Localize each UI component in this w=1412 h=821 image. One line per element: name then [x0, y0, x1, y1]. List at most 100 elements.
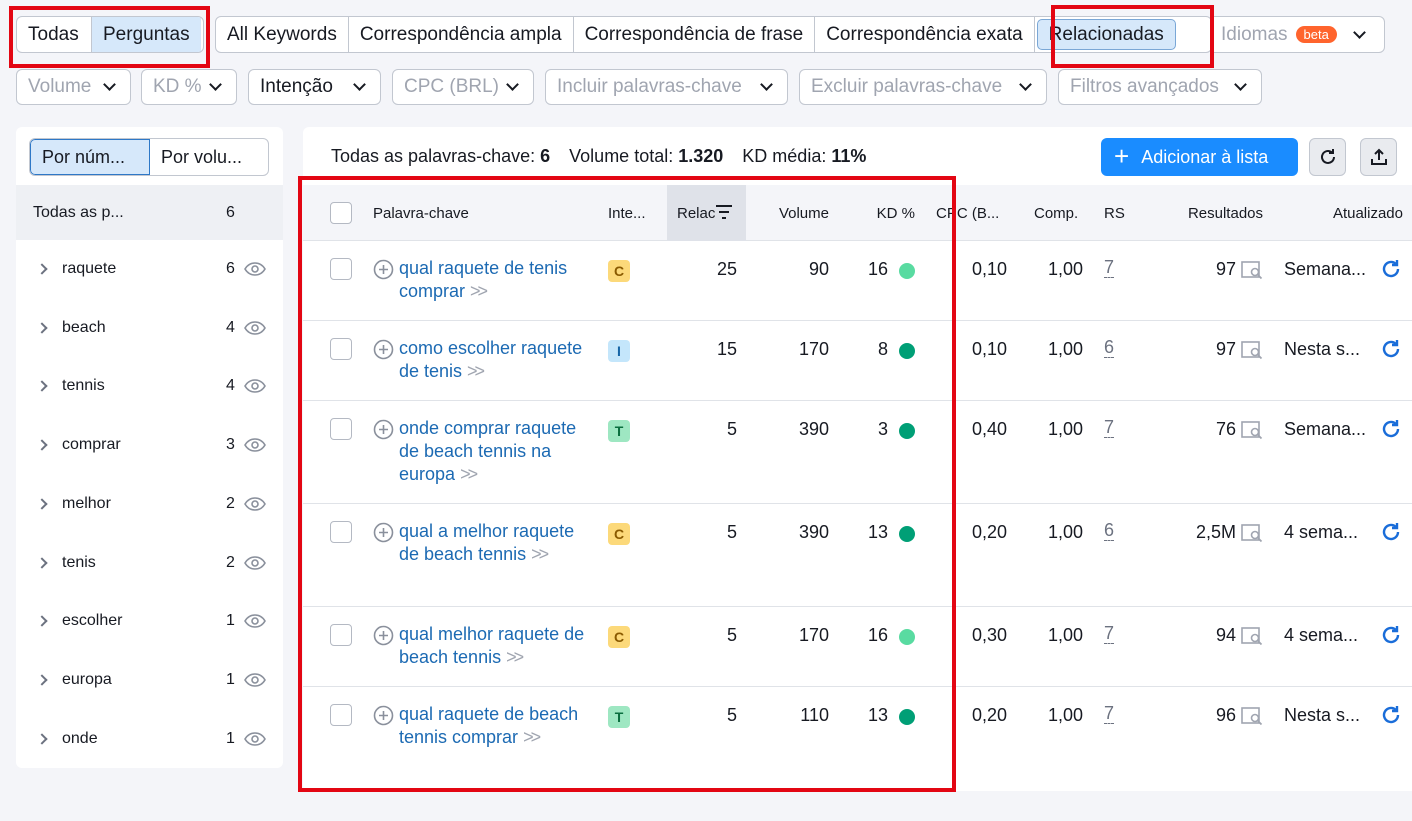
eye-icon[interactable] [244, 438, 266, 452]
table-row[interactable]: qual raquete de tenis comprar >> C 25 90 16 0,… [303, 241, 1412, 321]
add-keyword-icon[interactable] [373, 419, 394, 440]
table-row[interactable]: qual a melhor raquete de beach tennis >> C… [303, 504, 1412, 607]
col-kd[interactable]: KD % [873, 185, 915, 241]
keyword-link[interactable]: qual raquete de tenis comprar >> [399, 257, 595, 303]
tab-related[interactable]: Relacionadas [1036, 19, 1176, 50]
eye-icon[interactable] [244, 731, 266, 746]
eye-icon[interactable] [244, 673, 266, 687]
eye-icon[interactable] [244, 262, 266, 276]
rs-value[interactable]: 7 [1104, 417, 1115, 438]
serp-icon[interactable] [1241, 706, 1263, 726]
group-item-raquete[interactable]: raquete 6 [16, 240, 283, 298]
keyword-link[interactable]: como escolher raquete de tenis >> [399, 337, 595, 383]
row-checkbox[interactable] [330, 624, 352, 646]
refresh-icon[interactable] [1380, 624, 1402, 646]
serp-icon[interactable] [1241, 626, 1263, 646]
serp-icon[interactable] [1241, 340, 1263, 360]
chevron-double-right-icon[interactable]: >> [506, 647, 524, 667]
group-item-europa[interactable]: europa 1 [16, 651, 283, 709]
languages-dropdown[interactable]: Idiomas beta [1211, 16, 1385, 53]
exclude-keywords-filter[interactable]: Excluir palavras-chave [799, 69, 1047, 105]
tab-perguntas[interactable]: Perguntas [92, 17, 201, 52]
col-volume[interactable]: Volume [773, 185, 829, 241]
volume-filter[interactable]: Volume [16, 69, 131, 105]
chevron-right-icon[interactable] [36, 380, 48, 393]
chevron-right-icon[interactable] [36, 498, 48, 510]
sort-by-volume[interactable]: Por volu... [150, 139, 268, 175]
tab-all-keywords[interactable]: All Keywords [216, 17, 349, 52]
intent-filter[interactable]: Intenção [248, 69, 381, 105]
export-button[interactable] [1360, 138, 1397, 176]
select-all-checkbox[interactable] [330, 202, 352, 224]
eye-icon[interactable] [244, 320, 266, 335]
rs-value[interactable]: 7 [1104, 703, 1115, 724]
refresh-icon[interactable] [1380, 258, 1402, 280]
chevron-right-icon[interactable] [36, 732, 48, 745]
advanced-filters[interactable]: Filtros avançados [1058, 69, 1262, 105]
chevron-right-icon[interactable] [36, 674, 48, 686]
add-keyword-icon[interactable] [373, 522, 394, 543]
cpc-filter[interactable]: CPC (BRL) [392, 69, 534, 105]
table-row[interactable]: qual raquete de beach tennis comprar >> T 5… [303, 687, 1412, 790]
table-row[interactable]: onde comprar raquete de beach tennis na … [303, 401, 1412, 504]
tab-exact-match[interactable]: Correspondência exata [815, 17, 1035, 52]
table-row[interactable]: qual melhor raquete de beach tennis >> C 5 1… [303, 607, 1412, 687]
col-competition[interactable]: Comp. [1034, 185, 1084, 241]
chevron-double-right-icon[interactable]: >> [467, 361, 485, 381]
rs-value[interactable]: 6 [1104, 337, 1115, 358]
rs-value[interactable]: 6 [1104, 520, 1115, 541]
refresh-icon[interactable] [1380, 521, 1402, 543]
keyword-link[interactable]: qual melhor raquete de beach tennis >> [399, 623, 595, 669]
rs-value[interactable]: 7 [1104, 623, 1115, 644]
chevron-right-icon[interactable] [36, 439, 48, 451]
row-checkbox[interactable] [330, 338, 352, 360]
col-intent[interactable]: Inte... [608, 185, 656, 241]
chevron-right-icon[interactable] [36, 556, 48, 569]
group-item-escolher[interactable]: escolher 1 [16, 592, 283, 650]
tab-phrase-match[interactable]: Correspondência de frase [574, 17, 816, 52]
group-item-onde[interactable]: onde 1 [16, 710, 283, 768]
group-item-comprar[interactable]: comprar 3 [16, 416, 283, 474]
chevron-double-right-icon[interactable]: >> [531, 544, 549, 564]
row-checkbox[interactable] [330, 258, 352, 280]
refresh-icon[interactable] [1380, 704, 1402, 726]
refresh-icon[interactable] [1380, 418, 1402, 440]
table-row[interactable]: como escolher raquete de tenis >> I 15 170 8 0… [303, 321, 1412, 401]
row-checkbox[interactable] [330, 704, 352, 726]
group-item-tenis[interactable]: tenis 2 [16, 534, 283, 592]
serp-icon[interactable] [1241, 523, 1263, 543]
rs-value[interactable]: 7 [1104, 257, 1115, 278]
add-keyword-icon[interactable] [373, 705, 394, 726]
chevron-right-icon[interactable] [36, 263, 48, 275]
eye-icon[interactable] [244, 379, 266, 394]
eye-icon[interactable] [244, 496, 266, 511]
add-keyword-icon[interactable] [373, 259, 394, 280]
refresh-button[interactable] [1309, 138, 1346, 176]
keyword-link[interactable]: onde comprar raquete de beach tennis na … [399, 417, 595, 486]
chevron-double-right-icon[interactable]: >> [460, 464, 478, 484]
add-keyword-icon[interactable] [373, 339, 394, 360]
add-keyword-icon[interactable] [373, 625, 394, 646]
refresh-icon[interactable] [1380, 338, 1402, 360]
add-to-list-button[interactable]: + Adicionar à lista [1101, 138, 1298, 176]
kd-filter[interactable]: KD % [141, 69, 237, 105]
tab-todas[interactable]: Todas [17, 17, 92, 52]
col-updated[interactable]: Atualizado [1303, 185, 1403, 241]
group-item-beach[interactable]: beach 4 [16, 299, 283, 357]
chevron-right-icon[interactable] [36, 615, 48, 627]
col-keyword[interactable]: Palavra-chave [373, 185, 573, 241]
keyword-link[interactable]: qual a melhor raquete de beach tennis >> [399, 520, 595, 566]
keyword-link[interactable]: qual raquete de beach tennis comprar >> [399, 703, 595, 749]
sort-by-number[interactable]: Por núm... [30, 139, 150, 175]
eye-icon[interactable] [244, 555, 266, 570]
row-checkbox[interactable] [330, 418, 352, 440]
serp-icon[interactable] [1241, 260, 1263, 280]
col-results[interactable]: Resultados [1163, 185, 1263, 241]
chevron-double-right-icon[interactable]: >> [523, 727, 541, 747]
row-checkbox[interactable] [330, 521, 352, 543]
group-item-melhor[interactable]: melhor 2 [16, 475, 283, 533]
col-rs[interactable]: RS [1104, 185, 1134, 241]
group-item-tennis[interactable]: tennis 4 [16, 357, 283, 415]
col-related[interactable]: Relac [667, 185, 746, 241]
eye-icon[interactable] [244, 614, 266, 628]
